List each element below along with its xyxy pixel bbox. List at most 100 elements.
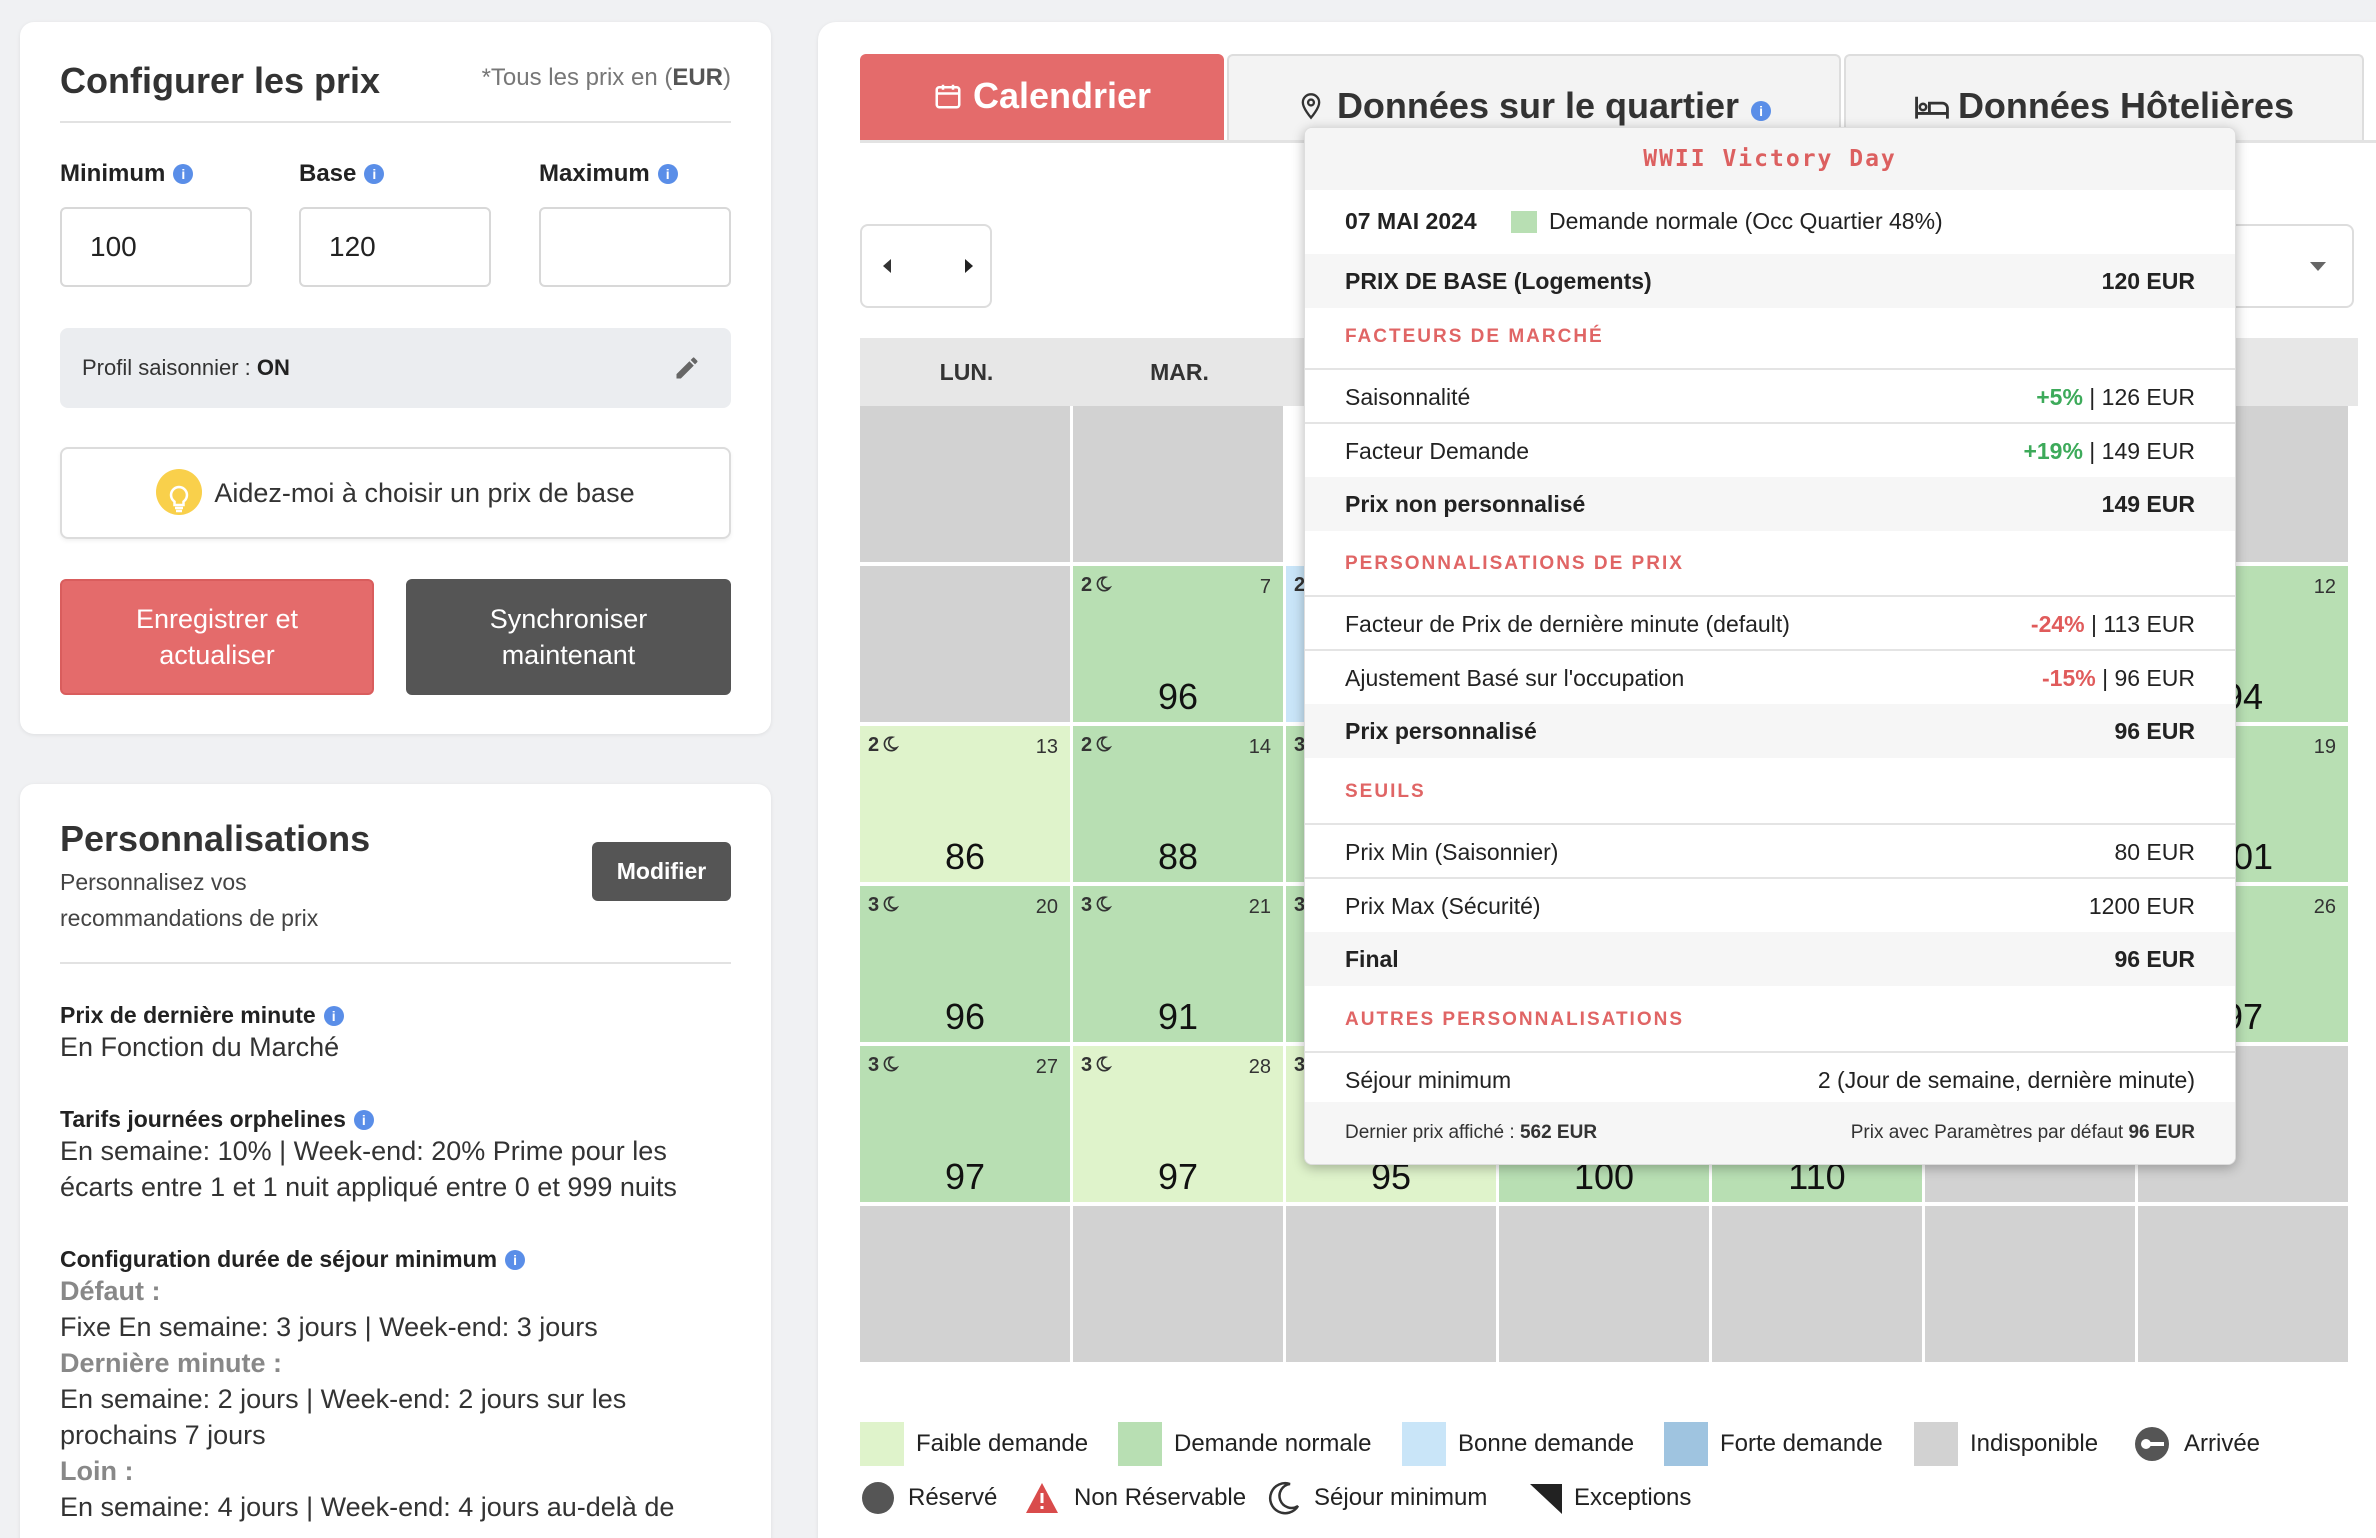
day-number: 26 xyxy=(2313,896,2336,918)
min-stay-value: 2 xyxy=(868,734,880,756)
moon-icon xyxy=(1268,1482,1300,1515)
chevron-down-icon xyxy=(2310,262,2326,271)
calendar-day-cell[interactable] xyxy=(1712,1206,1924,1364)
min-stay-value: 3 xyxy=(1081,894,1093,916)
base-price-help-button[interactable]: Aidez-moi à choisir un prix de base xyxy=(60,447,731,539)
calendar-day-cell[interactable]: 2 7 96 xyxy=(1073,566,1285,724)
day-price: 91 xyxy=(1157,996,1199,1037)
min-stay-value: 3 xyxy=(868,894,880,916)
day-number: 7 xyxy=(1259,576,1271,598)
day-price: 97 xyxy=(944,1156,986,1197)
legend-swatch xyxy=(1664,1422,1708,1466)
day-price: 96 xyxy=(944,996,986,1037)
info-icon[interactable]: i xyxy=(505,1250,526,1270)
min-stay-badge: 3 xyxy=(868,1054,900,1077)
calendar-day-cell[interactable]: 2 13 86 xyxy=(860,726,1072,884)
min-stay-badge: 3 xyxy=(1081,1054,1113,1077)
info-icon[interactable]: i xyxy=(323,1006,344,1026)
legend-swatch xyxy=(1118,1422,1162,1466)
occupancy-adjust-row: Ajustement Basé sur l'occupation -15% | 9… xyxy=(1305,649,2235,703)
custom-section: PERSONNALISATIONS DE PRIX xyxy=(1345,553,1684,574)
base-price-input[interactable]: 120 xyxy=(299,207,491,287)
weekday-tue: MAR. xyxy=(1150,359,1209,385)
day-number: 20 xyxy=(1035,896,1058,918)
market-section: FACTEURS DE MARCHÉ xyxy=(1345,326,1604,347)
max-label: Maximum i xyxy=(539,160,678,188)
min-stay-badge: 2 xyxy=(868,734,900,757)
final-price-row: Final 96 EUR xyxy=(1305,932,2235,986)
custom-price-row: Prix personnalisé 96 EUR xyxy=(1305,704,2235,758)
default-params-price: Prix avec Paramètres par défaut 96 EUR xyxy=(1850,1122,2195,1143)
last-displayed-price: Dernier prix affiché : 562 EUR xyxy=(1345,1122,1598,1143)
save-refresh-button[interactable]: Enregistrer et actualiser xyxy=(60,579,374,695)
personalisations-title: Personnalisations xyxy=(60,818,371,859)
day-number: 21 xyxy=(1248,896,1271,918)
base-label: Base i xyxy=(299,160,385,188)
calendar-day-cell[interactable] xyxy=(1073,406,1285,564)
legend-low: Faible demande xyxy=(860,1422,1088,1466)
calendar-day-cell[interactable]: 3 21 91 xyxy=(1073,886,1285,1044)
min-stay-badge: 2 xyxy=(1081,734,1113,757)
calendar-day-cell[interactable] xyxy=(1925,1206,2137,1364)
min-price-input[interactable]: 100 xyxy=(60,207,252,287)
currency-note: *Tous les prix en (EUR) xyxy=(481,64,731,91)
thresholds-section: SEUILS xyxy=(1345,781,1426,802)
chevron-left-icon[interactable] xyxy=(880,256,894,276)
calendar-day-cell[interactable]: 3 27 97 xyxy=(860,1046,1072,1204)
base-price-row: PRIX DE BASE (Logements) 120 EUR xyxy=(1305,254,2235,308)
calendar-day-cell[interactable]: 3 28 97 xyxy=(1073,1046,1285,1204)
pricing-config-card: Configurer les prix *Tous les prix en (E… xyxy=(20,22,771,734)
min-stay-value: 2 xyxy=(1081,734,1093,756)
legend-normal: Demande normale xyxy=(1118,1422,1371,1466)
calendar-day-cell[interactable] xyxy=(1073,1206,1285,1364)
info-icon[interactable]: i xyxy=(1751,101,1772,121)
calendar-day-cell[interactable] xyxy=(1286,1206,1498,1364)
last-minute-row: Facteur de Prix de dernière minute (defa… xyxy=(1305,595,2235,649)
orphan-days-block: Tarifs journées orphelines i En semaine: … xyxy=(60,1106,677,1202)
other-section: AUTRES PERSONNALISATIONS xyxy=(1345,1009,1685,1030)
info-icon[interactable]: i xyxy=(657,164,678,184)
info-icon[interactable]: i xyxy=(353,1110,374,1130)
popover-title: WWII Victory Day xyxy=(1305,128,2235,190)
sync-now-button[interactable]: Synchroniser maintenant xyxy=(406,579,731,695)
legend-min-stay: Séjour minimum xyxy=(1266,1476,1487,1520)
calendar-day-cell[interactable]: 3 20 96 xyxy=(860,886,1072,1044)
calendar-day-cell[interactable] xyxy=(860,1206,1072,1364)
info-icon[interactable]: i xyxy=(173,164,194,184)
booked-dot-icon xyxy=(862,1482,894,1514)
popover-date-row: 07 MAI 2024 Demande normale (Occ Quartie… xyxy=(1345,208,1943,234)
calendar-day-cell[interactable] xyxy=(1499,1206,1711,1364)
min-stay-value: 2 xyxy=(1081,574,1093,596)
day-number: 28 xyxy=(1248,1056,1271,1078)
legend-high: Forte demande xyxy=(1664,1422,1883,1466)
view-select[interactable] xyxy=(2218,224,2354,308)
pencil-icon[interactable] xyxy=(673,354,701,382)
calendar-day-cell[interactable]: 2 14 88 xyxy=(1073,726,1285,884)
calendar-icon xyxy=(935,84,961,109)
day-price: 96 xyxy=(1157,676,1199,717)
warning-icon xyxy=(1026,1483,1058,1513)
min-stay-badge: 3 xyxy=(868,894,900,917)
non-custom-price-row: Prix non personnalisé 149 EUR xyxy=(1305,477,2235,531)
demand-factor-row: Facteur Demande +19% | 149 EUR xyxy=(1305,422,2235,476)
lightbulb-icon xyxy=(156,468,203,515)
legend-swatch xyxy=(860,1422,904,1466)
demand-swatch xyxy=(1511,211,1537,233)
chevron-right-icon[interactable] xyxy=(962,256,976,276)
legend-arrival: Arrivée xyxy=(2132,1422,2260,1466)
info-icon[interactable]: i xyxy=(364,164,385,184)
min-stay-block: Configuration durée de séjour minimum i D… xyxy=(60,1246,675,1522)
legend-swatch xyxy=(1914,1422,1958,1466)
legend-unavailable: Indisponible xyxy=(1914,1422,2098,1466)
weekday-mon: LUN. xyxy=(939,359,994,385)
bed-icon xyxy=(1915,96,1949,119)
max-price-row: Prix Max (Sécurité) 1200 EUR xyxy=(1305,877,2235,931)
min-price-row: Prix Min (Saisonnier) 80 EUR xyxy=(1305,823,2235,877)
calendar-day-cell[interactable] xyxy=(2138,1206,2350,1364)
calendar-day-cell[interactable] xyxy=(860,406,1072,564)
max-price-input[interactable] xyxy=(539,207,731,287)
edit-button[interactable]: Modifier xyxy=(592,842,731,901)
day-number: 14 xyxy=(1248,736,1271,758)
tab-calendar[interactable]: Calendrier xyxy=(860,54,1224,142)
calendar-day-cell[interactable] xyxy=(860,566,1072,724)
